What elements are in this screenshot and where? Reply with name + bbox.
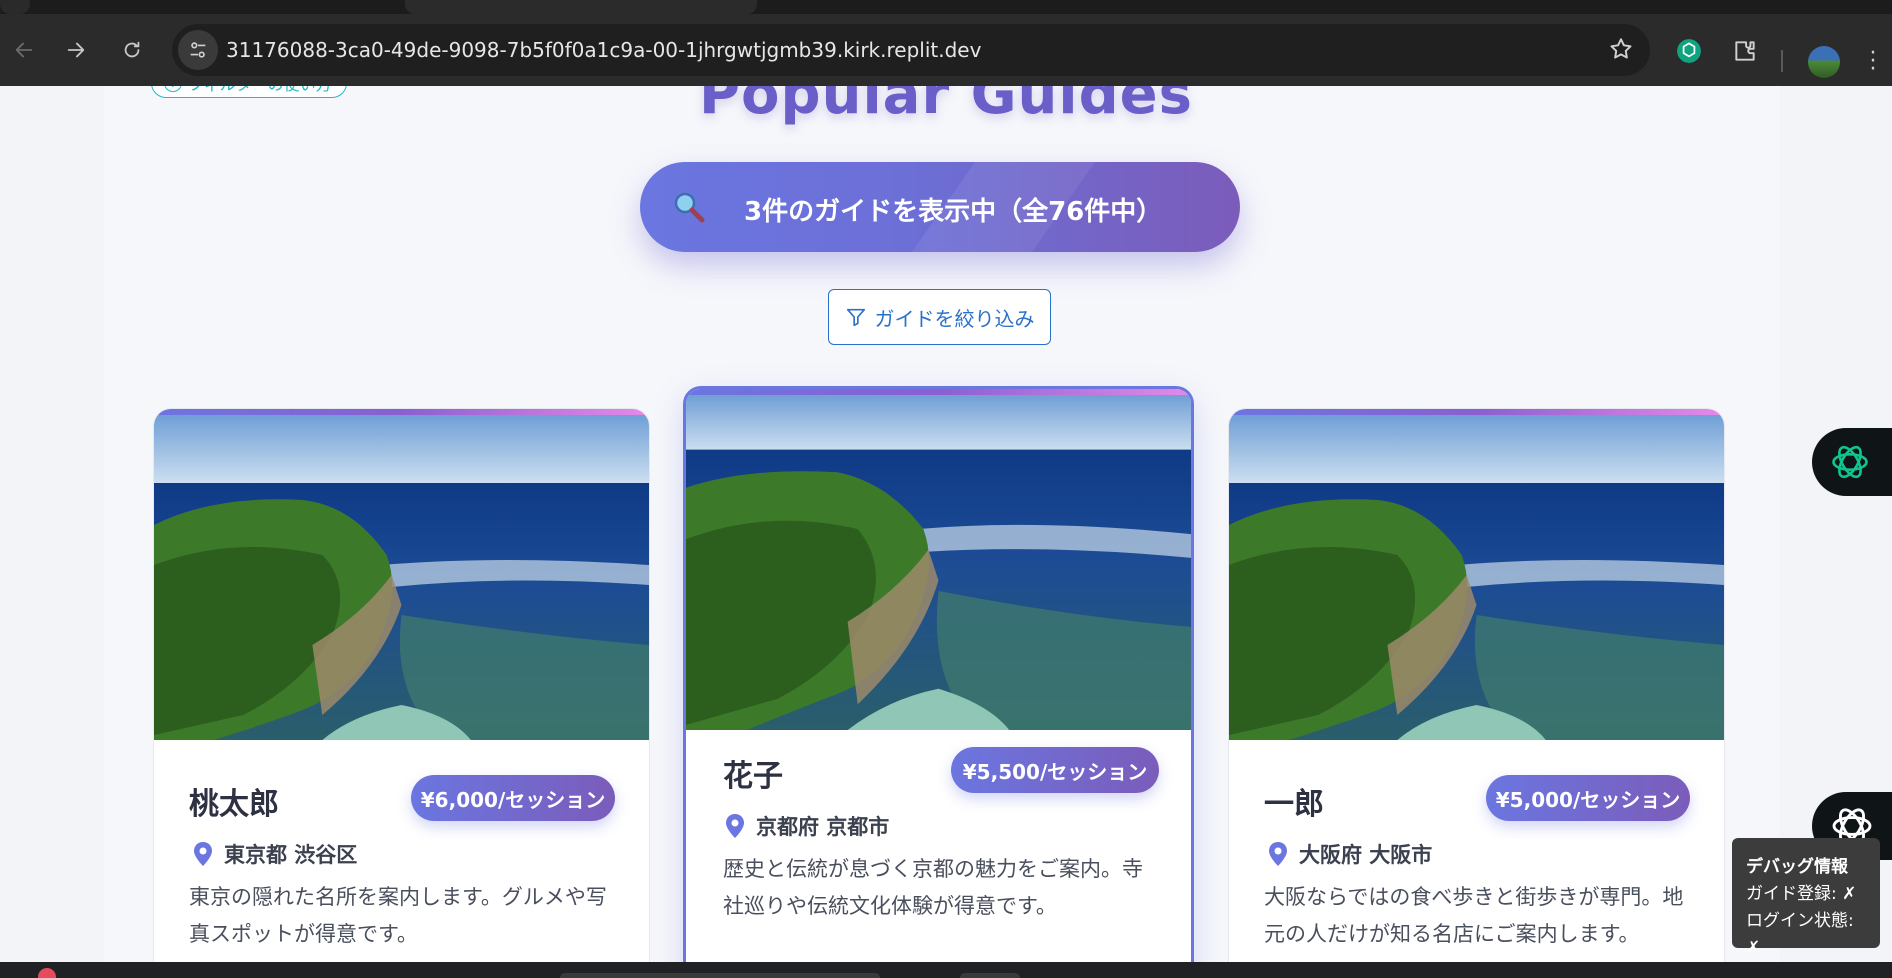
reload-button[interactable] — [114, 32, 150, 68]
guide-location: 京都府 京都市 — [724, 811, 889, 841]
puzzle-extensions-icon — [1735, 41, 1755, 61]
taskbar — [0, 962, 1892, 978]
guide-description: 大阪ならではの食べ歩きと街歩きが専門。地元の人だけが知る名店にご案内します。 — [1264, 885, 1684, 946]
extensions-button[interactable] — [1730, 36, 1760, 66]
guide-name: 一郎 — [1264, 787, 1324, 822]
filter-help-button[interactable]: ? フィルターの使い方 — [151, 86, 347, 98]
guide-card-featured[interactable]: 花子 ¥5,500/セッション 京都府 京都市 歴史と伝統が息づく京都の魅力をご… — [683, 386, 1194, 962]
guide-location: 大阪府 大阪市 — [1267, 839, 1432, 869]
star-icon — [1610, 38, 1632, 59]
address-bar[interactable]: 31176088-3ca0-49de-9098-7b5f0f0a1c9a-00-… — [172, 24, 1650, 76]
filter-guides-button[interactable]: ガイドを絞り込み — [828, 289, 1051, 345]
guide-location-text: 東京都 渋谷区 — [224, 843, 358, 867]
web-page: Popular Guides ? フィルターの使い方 3件のガイドを表示中（全7… — [0, 86, 1892, 962]
reload-icon — [124, 41, 140, 58]
filter-icon — [846, 308, 865, 327]
profile-avatar[interactable] — [1808, 46, 1840, 78]
arrow-right-icon — [67, 42, 85, 58]
guide-location: 東京都 渋谷区 — [192, 839, 357, 869]
debug-title: デバッグ情報 — [1746, 857, 1848, 877]
browser-tab[interactable] — [0, 0, 30, 14]
map-pin-icon — [726, 814, 744, 838]
site-info-button[interactable] — [178, 30, 218, 70]
browser-tab-active[interactable] — [405, 0, 757, 14]
more-vertical-icon[interactable]: · · · — [1868, 43, 1878, 81]
filter-help-label: フィルターの使い方 — [188, 86, 332, 95]
guide-name: 桃太郎 — [189, 787, 279, 822]
result-count-banner: 3件のガイドを表示中（全76件中） — [640, 162, 1240, 252]
result-count-text: 3件のガイドを表示中（全76件中） — [744, 197, 1163, 227]
openai-extension-icon — [1677, 39, 1701, 63]
guide-location-text: 京都府 京都市 — [756, 815, 890, 839]
guide-description: 歴史と伝統が息づく京都の魅力をご案内。寺社巡りや伝統文化体験が得意です。 — [723, 857, 1143, 918]
map-pin-icon — [194, 842, 212, 866]
guide-price-badge: ¥5,500/セッション — [951, 747, 1159, 793]
filter-guides-label: ガイドを絞り込み — [874, 306, 1035, 331]
chatgpt-floating-button[interactable] — [1812, 428, 1892, 496]
guide-description: 東京の隠れた名所を案内します。グルメや写真スポットが得意です。 — [189, 885, 607, 946]
question-icon: ? — [164, 86, 182, 92]
guide-card[interactable]: 一郎 ¥5,000/セッション 大阪府 大阪市 大阪ならではの食べ歩きと街歩きが… — [1228, 408, 1725, 962]
notification-dot — [38, 968, 56, 978]
guide-price-badge: ¥6,000/セッション — [411, 775, 615, 821]
debug-panel: デバッグ情報 ガイド登録: ✗ ログイン状態: ✗ — [1732, 838, 1880, 958]
guide-photo — [154, 415, 649, 740]
guide-name: 花子 — [723, 759, 783, 794]
guide-price-badge: ¥5,000/セッション — [1486, 775, 1690, 821]
tune-icon — [190, 42, 206, 58]
arrow-left-icon — [15, 42, 33, 58]
search-icon — [674, 192, 705, 223]
openai-icon — [1832, 445, 1868, 479]
debug-guide-registered: ガイド登録: ✗ — [1746, 884, 1857, 904]
guide-photo — [686, 395, 1191, 730]
taskbar-item[interactable] — [960, 973, 1020, 978]
bookmark-button[interactable] — [1608, 36, 1634, 66]
browser-toolbar: 31176088-3ca0-49de-9098-7b5f0f0a1c9a-00-… — [0, 14, 1892, 86]
back-button[interactable] — [6, 32, 42, 68]
browser-tabstrip — [0, 0, 1892, 14]
guide-card[interactable]: 桃太郎 ¥6,000/セッション 東京都 渋谷区 東京の隠れた名所を案内します。… — [153, 408, 650, 962]
openai-extension-button[interactable] — [1674, 36, 1704, 66]
guide-location-text: 大阪府 大阪市 — [1299, 843, 1433, 867]
taskbar-item[interactable] — [560, 973, 880, 978]
guide-photo — [1229, 415, 1724, 740]
forward-button[interactable] — [58, 32, 94, 68]
url-text[interactable]: 31176088-3ca0-49de-9098-7b5f0f0a1c9a-00-… — [226, 38, 981, 62]
toolbar-divider — [1781, 50, 1783, 72]
debug-login-status: ログイン状態: ✗ — [1746, 911, 1854, 958]
map-pin-icon — [1269, 842, 1287, 866]
